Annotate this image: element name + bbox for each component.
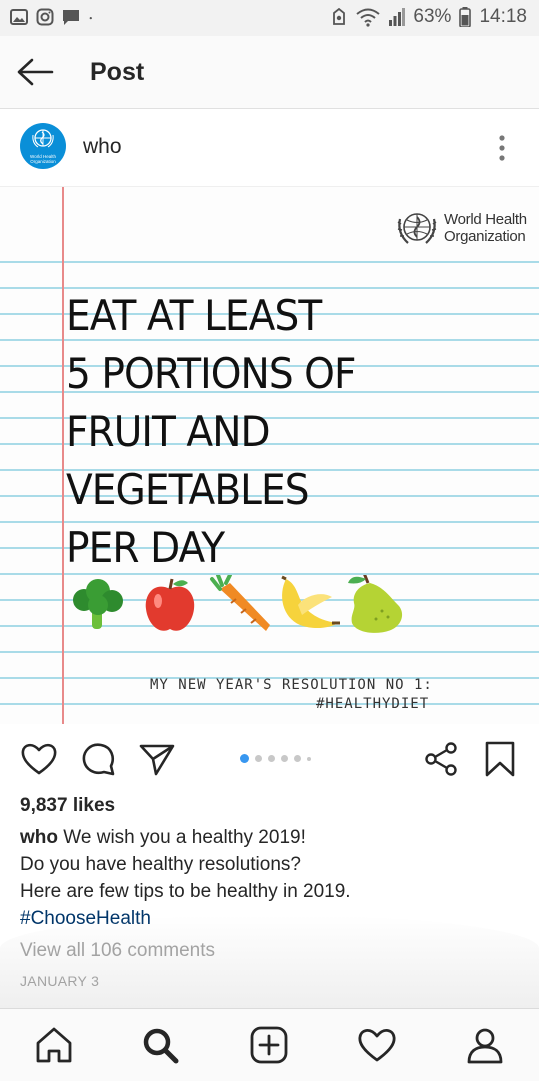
resolution-hashtag: #HEALTHYDIET (316, 696, 430, 712)
search-icon[interactable] (140, 1025, 180, 1065)
who-emblem-icon (397, 213, 437, 244)
carrot-icon (210, 575, 270, 631)
banana-icon (281, 575, 340, 629)
headline-line: EAT AT LEAST (66, 291, 322, 340)
notebook-rule-line (0, 703, 539, 705)
message-icon (63, 10, 79, 25)
home-icon[interactable] (34, 1025, 74, 1065)
wifi-icon (356, 8, 381, 27)
share-icon[interactable] (422, 740, 460, 778)
likes-count[interactable]: 9,837 likes (20, 795, 115, 817)
gallery-icon (10, 9, 28, 25)
add-post-icon[interactable] (249, 1025, 289, 1065)
carousel-dot (240, 754, 249, 763)
carousel-indicator (240, 754, 311, 763)
bookmark-icon[interactable] (482, 740, 520, 778)
post-actions (0, 730, 539, 790)
who-logo-line2: Organization (444, 228, 526, 245)
signal-icon (389, 8, 406, 26)
resolution-line1: MY NEW YEAR'S RESOLUTION NO 1: (150, 677, 433, 693)
notification-icon (333, 8, 346, 25)
caption-username[interactable]: who (20, 827, 58, 848)
headline-line: PER DAY (66, 523, 225, 572)
carousel-dot (268, 755, 275, 762)
who-logo-line1: World Health (444, 211, 527, 228)
instagram-icon (36, 8, 54, 26)
post-header: World Health Organization who (0, 110, 539, 187)
clock: 14:18 (479, 6, 527, 27)
notebook-rule-line (0, 651, 539, 653)
app-bar: Post (0, 36, 539, 109)
carousel-dot (255, 755, 262, 762)
bottom-nav (0, 1008, 539, 1081)
share-direct-icon[interactable] (138, 740, 176, 778)
who-logo: World Health Organization (394, 207, 528, 251)
status-bar: 63% 14:18 (0, 0, 539, 36)
notebook-rule-line (0, 261, 539, 263)
back-arrow-icon[interactable] (16, 56, 54, 88)
avatar-text: World Health Organization (30, 154, 56, 164)
notebook-margin-line (62, 187, 64, 724)
headline-line: 5 PORTIONS OF (66, 349, 356, 398)
broccoli-icon (73, 579, 123, 629)
more-options-icon[interactable] (497, 134, 507, 162)
headline-line: FRUIT AND (66, 407, 271, 456)
dot-icon (89, 17, 92, 20)
headline-line: VEGETABLES (66, 465, 310, 514)
carousel-dot (281, 755, 288, 762)
caption-line: We wish you a healthy 2019! (63, 827, 306, 848)
carousel-dot (294, 755, 301, 762)
scroll-fade-overlay (0, 915, 539, 1010)
pear-icon (348, 575, 403, 633)
post-username[interactable]: who (83, 135, 122, 159)
food-emojis (73, 575, 403, 633)
activity-heart-icon[interactable] (357, 1025, 397, 1065)
view-comments-link[interactable]: View all 106 comments (20, 940, 215, 962)
notebook-rule-line (0, 287, 539, 289)
post-date: JANUARY 3 (20, 973, 100, 989)
page-title: Post (90, 58, 145, 86)
who-logo-text: World Health Organization (444, 211, 527, 245)
apple-icon (145, 578, 195, 631)
battery-percent: 63% (413, 6, 452, 27)
caption-line: Here are few tips to be healthy in 2019. (20, 881, 351, 902)
caption-line: Do you have healthy resolutions? (20, 854, 301, 875)
comment-icon[interactable] (80, 740, 118, 778)
carousel-dot (307, 756, 311, 761)
battery-icon (459, 7, 472, 27)
avatar[interactable]: World Health Organization (20, 123, 66, 169)
post-image[interactable]: World Health Organization EAT AT LEAST 5… (0, 187, 539, 724)
like-heart-icon[interactable] (20, 740, 58, 778)
profile-icon[interactable] (465, 1025, 505, 1065)
